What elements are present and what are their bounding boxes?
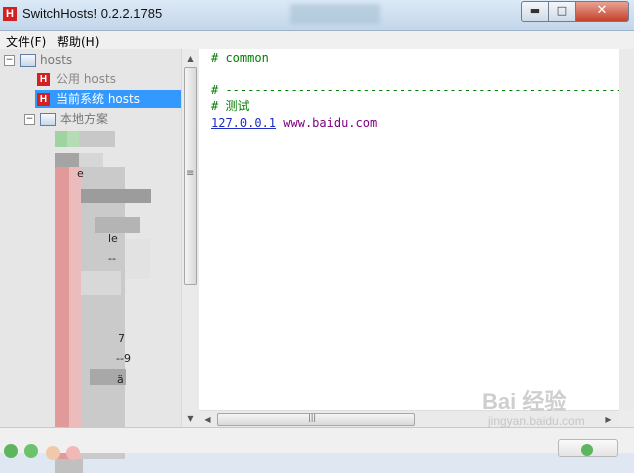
- editor-line-separator: # --------------------------------------…: [211, 83, 634, 97]
- hosts-editor-pane: # common # -----------------------------…: [199, 49, 634, 428]
- collapse-icon[interactable]: −: [4, 55, 15, 66]
- hosts-editor[interactable]: # common # -----------------------------…: [199, 49, 634, 410]
- scroll-right-arrow-icon[interactable]: ▶: [601, 412, 616, 427]
- tree-item-current-system-hosts[interactable]: H 当前系统 hosts: [35, 90, 181, 108]
- hosts-tree-pane: − hosts H 公用 hosts H 当前系统 hosts − 本地方案 e…: [0, 49, 199, 473]
- window-title: SwitchHosts! 0.2.2.1785: [22, 6, 163, 21]
- tree-item-common-hosts[interactable]: H 公用 hosts: [37, 70, 177, 88]
- close-button[interactable]: ✕: [575, 1, 629, 22]
- edit-icon[interactable]: [46, 446, 60, 460]
- fragment-text: 7: [118, 332, 125, 345]
- menu-bar: 文件(F) 帮助(H): [0, 31, 634, 49]
- thumb-grip-icon: |||: [308, 413, 317, 422]
- folder-local: 本地方案: [40, 110, 108, 128]
- sync-icon[interactable]: [24, 444, 38, 458]
- folder-icon: [40, 113, 56, 126]
- apply-check-icon: [581, 444, 593, 456]
- maximize-button[interactable]: □: [548, 1, 576, 22]
- tree-item-label: 公用 hosts: [56, 72, 116, 86]
- tree-node-label: 本地方案: [60, 112, 109, 126]
- title-bar[interactable]: H SwitchHosts! 0.2.2.1785 ▬ □ ✕: [0, 0, 634, 31]
- tree-vertical-scrollbar[interactable]: ▲ ≡ ▼: [181, 49, 199, 427]
- baidu-jingyan-watermark: Bai 经验: [482, 389, 567, 414]
- hosts-domain: www.baidu.com: [283, 116, 378, 130]
- watermark-url: jingyan.baidu.com: [488, 414, 585, 428]
- fragment-text: e: [77, 167, 84, 180]
- editor-line-entry: 127.0.0.1 www.baidu.com: [211, 115, 377, 131]
- tree-item-label: 当前系统 hosts: [56, 92, 140, 106]
- fragment-text: --: [108, 252, 116, 265]
- hosts-h-icon: H: [37, 93, 50, 106]
- menu-help[interactable]: 帮助(H): [57, 33, 99, 50]
- apply-button[interactable]: [558, 439, 618, 457]
- scroll-down-arrow-icon[interactable]: ▼: [183, 411, 198, 426]
- app-icon: H: [3, 7, 17, 21]
- editor-line-comment: # 测试: [211, 99, 250, 113]
- fragment-text: --9: [116, 352, 131, 365]
- scrollbar-thumb[interactable]: ≡: [184, 67, 197, 285]
- folder-hosts: hosts: [20, 51, 72, 69]
- scroll-left-arrow-icon[interactable]: ◀: [200, 412, 215, 427]
- refresh-icon[interactable]: [4, 444, 18, 458]
- hosts-tree: − hosts H 公用 hosts H 当前系统 hosts − 本地方案 e…: [0, 49, 181, 473]
- hosts-ip: 127.0.0.1: [211, 116, 277, 130]
- folder-icon: [20, 54, 36, 67]
- tree-node-label: hosts: [40, 53, 73, 67]
- scrollbar-corner: [619, 410, 634, 427]
- thumb-grip-icon: ≡: [186, 168, 195, 179]
- delete-icon[interactable]: [66, 446, 80, 460]
- menu-file[interactable]: 文件(F): [6, 33, 46, 50]
- scrollbar-thumb[interactable]: |||: [217, 413, 415, 426]
- blurred-title-area: [290, 4, 380, 24]
- editor-line-comment: # common: [211, 51, 269, 65]
- minimize-button[interactable]: ▬: [521, 1, 549, 22]
- hosts-h-icon: H: [37, 73, 50, 86]
- scroll-up-arrow-icon[interactable]: ▲: [183, 51, 198, 66]
- bottom-toolbar: [0, 427, 634, 460]
- fragment-text: le: [108, 232, 118, 245]
- editor-vertical-scrollbar[interactable]: [619, 49, 634, 410]
- collapse-icon[interactable]: −: [24, 114, 35, 125]
- fragment-text: ä: [117, 373, 124, 386]
